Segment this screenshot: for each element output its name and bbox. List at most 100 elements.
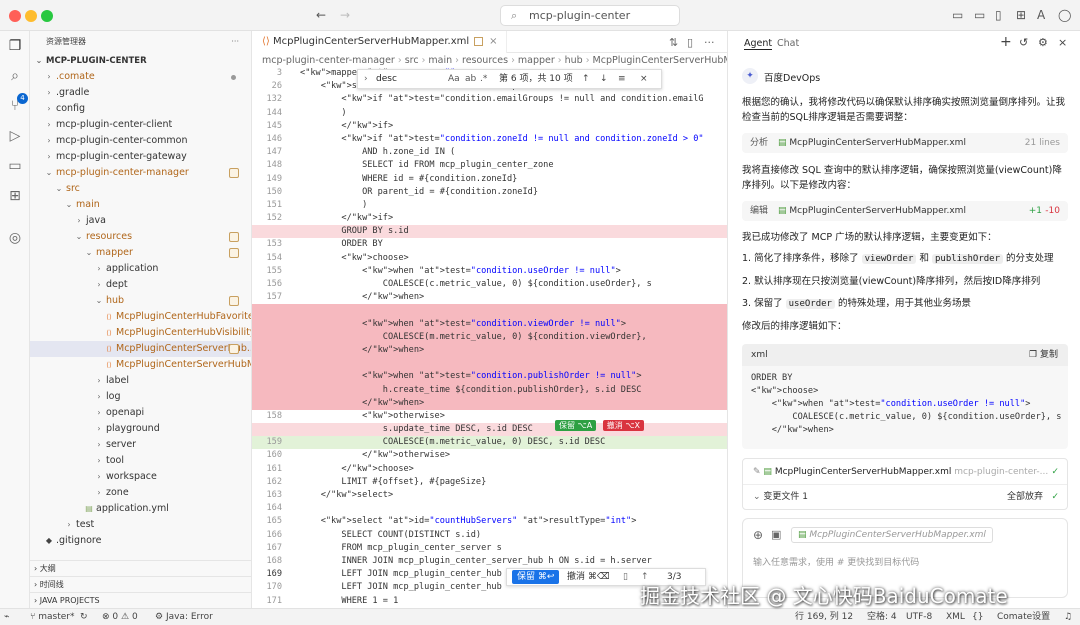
account-icon[interactable]: ◯ (1058, 8, 1071, 22)
code-line[interactable]: s.update_time DESC, s.id DESC (252, 423, 727, 437)
tree-item[interactable]: ⌄ main (30, 197, 251, 213)
panel-toggle-icon[interactable]: ▭ (974, 8, 985, 22)
code-line[interactable]: 157 </"kw">when> (252, 291, 727, 304)
code-line[interactable]: 163 </"kw">select> (252, 489, 727, 502)
problems-indicator[interactable]: ⊗ 0 ⚠ 0 (102, 609, 138, 625)
notifications-icon[interactable]: ♫ (1064, 609, 1072, 625)
tree-item[interactable]: › playground (30, 421, 251, 437)
code-line[interactable]: 167 FROM mcp_plugin_center_server s (252, 542, 727, 555)
language-mode[interactable]: XML (946, 609, 965, 625)
layout-icon[interactable]: ⊞ (1016, 8, 1026, 22)
tree-item[interactable]: ⌄ mcp-plugin-center-manager (30, 165, 251, 181)
tree-item[interactable]: › java (30, 213, 251, 229)
breadcrumb-item[interactable]: src (405, 55, 419, 66)
breadcrumb-item[interactable]: mcp-plugin-center-manager (262, 55, 395, 66)
tree-item[interactable]: › workspace (30, 469, 251, 485)
tree-item[interactable]: ⌄ resources (30, 229, 251, 245)
code-line[interactable]: 161 </"kw">choose> (252, 463, 727, 476)
project-root[interactable]: ⌄ MCP-PLUGIN-CENTER (30, 53, 251, 69)
tab-chat[interactable]: Chat (777, 38, 799, 49)
indentation[interactable]: 空格: 4 (867, 609, 897, 625)
minimize-window-button[interactable] (25, 10, 37, 22)
tree-item[interactable]: › openapi (30, 405, 251, 421)
tree-item[interactable]: › dept (30, 277, 251, 293)
keep-change-button[interactable]: 保留 ⌥A (555, 420, 597, 431)
tree-item[interactable]: ⌄ mapper (30, 245, 251, 261)
history-icon[interactable]: ↺ (1019, 36, 1028, 49)
remote-explorer-icon[interactable]: ▭ (6, 157, 24, 175)
code-line[interactable] (252, 357, 727, 371)
tree-item[interactable]: › zone (30, 485, 251, 501)
explorer-icon[interactable]: ❐ (6, 37, 24, 55)
regex-icon[interactable]: .* (480, 70, 487, 88)
tree-item[interactable]: ▤ application.yml (30, 501, 251, 517)
tree-item[interactable]: ⟨⟩ McpPluginCenterHubFavoriteMap... (30, 309, 251, 325)
code-line[interactable] (252, 304, 727, 318)
match-case-icon[interactable]: Aa (448, 70, 460, 88)
code-line[interactable]: 155 <"kw">when "at">test="condition.useO… (252, 265, 727, 278)
next-match-icon[interactable]: ↓ (600, 70, 608, 88)
translate-icon[interactable]: A (1037, 8, 1045, 22)
tree-item[interactable]: › .gradle (30, 85, 251, 101)
add-context-icon[interactable]: ⊕ (753, 528, 763, 542)
code-line[interactable]: <"kw">when "at">test="condition.publishO… (252, 370, 727, 384)
whole-word-icon[interactable]: ab (465, 70, 476, 88)
tree-item[interactable]: › mcp-plugin-center-common (30, 133, 251, 149)
breadcrumb-item[interactable]: main (428, 55, 452, 66)
tree-item[interactable]: › mcp-plugin-center-gateway (30, 149, 251, 165)
tree-item[interactable]: ◆ .gitignore (30, 533, 251, 549)
code-line[interactable]: 158 <"kw">otherwise> (252, 410, 727, 423)
command-search[interactable]: ⌕ mcp-plugin-center (500, 5, 680, 26)
code-line[interactable]: 168 INNER JOIN mcp_plugin_center_server_… (252, 555, 727, 568)
breadcrumb-item[interactable]: mapper (518, 55, 555, 66)
copy-button[interactable]: ❐ 复制 (1029, 344, 1058, 366)
code-line[interactable]: <"kw">when "at">test="condition.viewOrde… (252, 317, 727, 331)
java-projects-section[interactable]: › JAVA PROJECTS (30, 592, 251, 608)
code-line[interactable]: 149 WHERE id = #{condition.zoneId} (252, 173, 727, 186)
breadcrumb-item[interactable]: hub (565, 55, 583, 66)
tab-mapper-xml[interactable]: ⟨⟩ McpPluginCenterServerHubMapper.xml × (252, 31, 507, 53)
code-line[interactable]: 164 (252, 502, 727, 515)
branch-indicator[interactable]: ⑂ master* (30, 609, 75, 625)
tree-item[interactable]: ⟨⟩ McpPluginCenterHubVisibilityMap... (30, 325, 251, 341)
back-arrow-icon[interactable]: ← (316, 8, 326, 22)
cursor-position[interactable]: 行 169, 列 12 (795, 609, 853, 625)
comate-icon[interactable]: ◎ (6, 229, 24, 247)
tree-item[interactable]: › log (30, 389, 251, 405)
zoom-window-button[interactable] (41, 10, 53, 22)
tree-item[interactable]: › label (30, 373, 251, 389)
code-line[interactable]: 147 AND h.zone_id IN ( (252, 146, 727, 159)
code-line[interactable]: COALESCE(m.metric_value, 0) ${condition.… (252, 330, 727, 344)
tree-item[interactable]: ⌄ src (30, 181, 251, 197)
outline-section[interactable]: › 大纲 (30, 560, 251, 576)
settings-icon[interactable]: ⚙ (1038, 36, 1048, 49)
keep-all-button[interactable]: 保留 ⌘↩ (512, 570, 560, 584)
find-input[interactable]: desc (376, 70, 446, 89)
compare-icon[interactable]: ⇅ (669, 36, 678, 49)
code-line[interactable]: 165 <"kw">select "at">id="countHubServer… (252, 515, 727, 528)
tree-item[interactable]: › config (30, 101, 251, 117)
code-line[interactable]: </"kw">when> (252, 343, 727, 358)
code-line[interactable]: GROUP BY s.id (252, 225, 727, 239)
code-line[interactable]: 144 ) (252, 107, 727, 120)
chevron-down-icon[interactable]: ⌄ (753, 492, 761, 502)
tree-item[interactable]: › server (30, 437, 251, 453)
previous-match-icon[interactable]: ↑ (582, 70, 590, 88)
tree-item[interactable]: › .comate (30, 69, 251, 85)
code-line[interactable]: 150 OR parent_id = #{condition.zoneId} (252, 186, 727, 199)
diff-view-icon[interactable]: ▯ (623, 569, 628, 585)
code-line[interactable]: 153 ORDER BY (252, 238, 727, 251)
code-line[interactable]: h.create_time ${condition.publishOrder},… (252, 383, 727, 397)
secondary-sidebar-icon[interactable]: ▯ (995, 8, 1002, 22)
code-line[interactable]: 159 COALESCE(m.metric_value, 0) DESC, s.… (252, 436, 727, 450)
sidebar-toggle-icon[interactable]: ▭ (952, 8, 963, 22)
expand-replace-icon[interactable]: › (364, 70, 368, 88)
undo-all-button[interactable]: 撤消 ⌘⌫ (567, 569, 610, 585)
code-line[interactable]: 156 COALESCE(c.metric_value, 0) ${condit… (252, 278, 727, 291)
code-line[interactable]: 152 </"kw">if> (252, 212, 727, 225)
editor-more-icon[interactable]: ··· (704, 36, 715, 49)
code-line[interactable]: 132 <"kw">if "at">test="condition.emailG… (252, 93, 727, 106)
code-line[interactable]: 154 <"kw">choose> (252, 252, 727, 265)
new-chat-icon[interactable]: + (1000, 34, 1012, 50)
image-icon[interactable]: ▣ (771, 528, 781, 541)
